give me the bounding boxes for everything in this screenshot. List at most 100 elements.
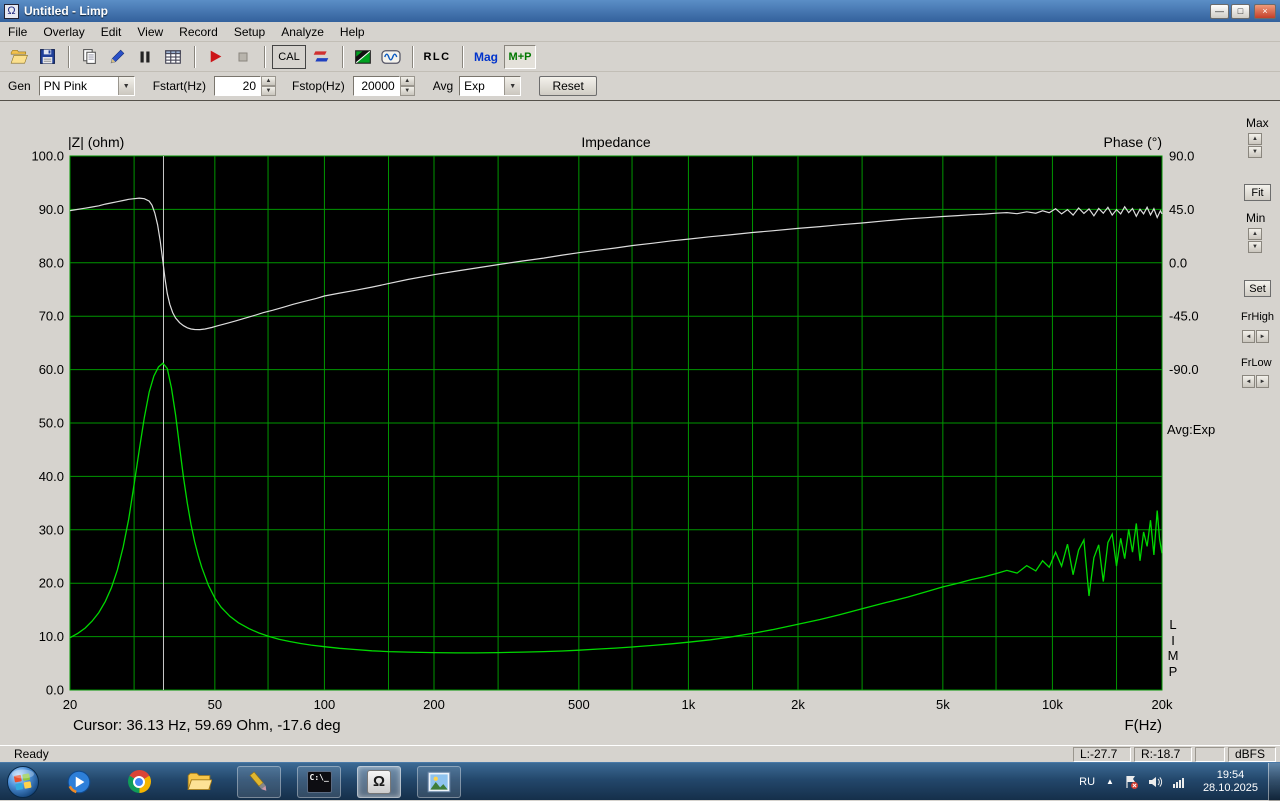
frlow-spinner[interactable]: ◄ ►: [1242, 375, 1270, 388]
reset-button[interactable]: Reset: [539, 76, 597, 96]
averaging-select[interactable]: Exp ▼: [459, 76, 521, 96]
fstop-value[interactable]: 20000: [353, 76, 400, 96]
minimize-button[interactable]: —: [1210, 4, 1229, 19]
menu-help[interactable]: Help: [332, 23, 373, 41]
folder-icon: [186, 769, 212, 795]
action-center-button[interactable]: [1123, 774, 1139, 790]
clock-time: 19:54: [1203, 769, 1258, 782]
avg-label: Avg: [433, 79, 453, 93]
measurement-controls: Gen PN Pink ▼ Fstart(Hz) 20 ▲ ▼ Fstop(Hz…: [0, 72, 1280, 100]
flag-icon: [1123, 774, 1139, 790]
max-down-icon[interactable]: ▼: [1248, 146, 1262, 158]
table-view-button[interactable]: [160, 45, 186, 69]
stop-icon: [235, 49, 251, 65]
fstart-up-icon[interactable]: ▲: [261, 76, 276, 86]
network-button[interactable]: [1171, 774, 1187, 790]
stop-record-button[interactable]: [230, 45, 256, 69]
pause-icon: [137, 49, 153, 65]
frequency-tick-label: 20: [63, 697, 77, 712]
min-up-icon[interactable]: ▲: [1248, 228, 1262, 240]
image-viewer-icon: [426, 769, 452, 795]
open-file-button[interactable]: [6, 45, 32, 69]
menu-setup[interactable]: Setup: [226, 23, 273, 41]
omega-glyph: Ω: [373, 773, 385, 790]
close-button[interactable]: ×: [1254, 4, 1276, 19]
taskbar-image-viewer[interactable]: [417, 766, 461, 798]
maximize-icon: □: [1238, 7, 1243, 16]
fstop-spinner[interactable]: 20000 ▲ ▼: [353, 76, 415, 96]
rlc-button[interactable]: RLC: [420, 45, 454, 69]
edit-pen-button[interactable]: [104, 45, 130, 69]
spectrum-mode-button[interactable]: [350, 45, 376, 69]
limp-letter: M: [1164, 648, 1182, 664]
menu-overlay[interactable]: Overlay: [35, 23, 92, 41]
max-up-icon[interactable]: ▲: [1248, 133, 1262, 145]
signal-generator-button[interactable]: [378, 45, 404, 69]
fstop-down-icon[interactable]: ▼: [400, 86, 415, 96]
combo-arrow-icon[interactable]: ▼: [118, 77, 134, 95]
taskbar-utility-app[interactable]: [237, 766, 281, 798]
tray-expand-icon[interactable]: ▲: [1101, 777, 1119, 786]
fstart-down-icon[interactable]: ▼: [261, 86, 276, 96]
frlow-right-icon[interactable]: ►: [1256, 375, 1269, 388]
max-spinner[interactable]: ▲ ▼: [1248, 133, 1262, 159]
frhigh-label: FrHigh: [1241, 311, 1274, 323]
toolbar-separator: [68, 46, 70, 68]
fit-button[interactable]: Fit: [1244, 184, 1271, 201]
play-icon: [207, 48, 224, 65]
set-button[interactable]: Set: [1244, 280, 1271, 297]
show-desktop-button[interactable]: [1268, 763, 1280, 801]
frhigh-right-icon[interactable]: ►: [1256, 330, 1269, 343]
magnitude-view-button[interactable]: Mag: [470, 45, 502, 69]
graph-scale-panel: Max ▲ ▼ Fit Min ▲ ▼ Set FrHigh ◄ ► FrLow…: [1238, 101, 1280, 746]
frhigh-spinner[interactable]: ◄ ►: [1242, 330, 1270, 343]
fstart-value[interactable]: 20: [214, 76, 261, 96]
statusbar: Ready L:-27.7 R:-18.7 dBFS: [0, 745, 1280, 762]
taskbar-command-prompt[interactable]: C:\_: [297, 766, 341, 798]
copy-button[interactable]: [76, 45, 102, 69]
calibrate-button[interactable]: CAL: [272, 45, 306, 69]
open-folder-icon: [10, 48, 28, 66]
min-spinner[interactable]: ▲ ▼: [1248, 228, 1262, 254]
start-button[interactable]: [5, 764, 41, 800]
left-level-indicator: L:-27.7: [1073, 747, 1131, 762]
taskbar-explorer[interactable]: [177, 766, 221, 798]
fstop-label: Fstop(Hz): [292, 79, 345, 93]
start-record-button[interactable]: [202, 45, 228, 69]
menu-record[interactable]: Record: [171, 23, 226, 41]
clock-date: 28.10.2025: [1203, 782, 1258, 795]
taskbar-media-player[interactable]: [57, 766, 101, 798]
maximize-button[interactable]: □: [1231, 4, 1250, 19]
pause-button[interactable]: [132, 45, 158, 69]
impedance-tick-label: 90.0: [39, 202, 64, 217]
titlebar[interactable]: Ω Untitled - Limp — □ ×: [0, 0, 1280, 22]
magnitude-phase-view-button[interactable]: M+P: [504, 45, 536, 69]
menu-file[interactable]: File: [0, 23, 35, 41]
clock[interactable]: 19:54 28.10.2025: [1203, 769, 1258, 795]
save-file-button[interactable]: [34, 45, 60, 69]
impedance-plot[interactable]: 100.090.080.070.060.050.040.030.020.010.…: [0, 101, 1232, 746]
fstart-spinner[interactable]: 20 ▲ ▼: [214, 76, 276, 96]
fstop-up-icon[interactable]: ▲: [400, 76, 415, 86]
menu-view[interactable]: View: [129, 23, 171, 41]
frhigh-left-icon[interactable]: ◄: [1242, 330, 1255, 343]
combo-arrow-icon[interactable]: ▼: [504, 77, 520, 95]
menu-edit[interactable]: Edit: [93, 23, 130, 41]
frequency-tick-label: 10k: [1042, 697, 1063, 712]
toolbar-separator: [264, 46, 266, 68]
generator-type-select[interactable]: PN Pink ▼: [39, 76, 135, 96]
menu-analyze[interactable]: Analyze: [273, 23, 332, 41]
taskbar-limp-app[interactable]: Ω: [357, 766, 401, 798]
volume-button[interactable]: [1147, 774, 1163, 790]
frlow-left-icon[interactable]: ◄: [1242, 375, 1255, 388]
averaging-status: Avg:Exp: [1167, 422, 1215, 437]
min-down-icon[interactable]: ▼: [1248, 241, 1262, 253]
limp-letter: I: [1164, 633, 1182, 649]
taskbar-browser[interactable]: [117, 766, 161, 798]
generator-type-value: PN Pink: [40, 77, 118, 95]
language-indicator[interactable]: RU: [1073, 776, 1101, 788]
overlay-colors-button[interactable]: [308, 45, 334, 69]
right-level-indicator: R:-18.7: [1134, 747, 1192, 762]
toolbar-separator: [342, 46, 344, 68]
limp-letter: P: [1164, 664, 1182, 680]
